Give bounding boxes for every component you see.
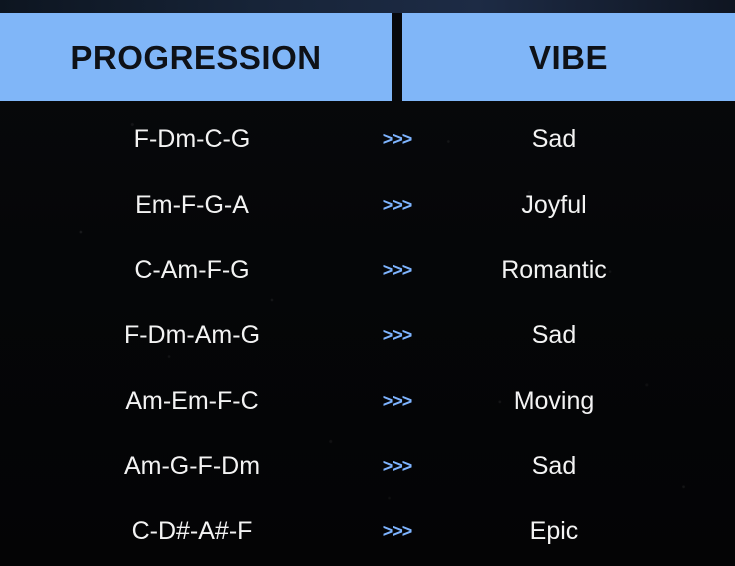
progression-cell: Am-Em-F-C	[125, 387, 259, 415]
arrow-icon: >>>	[382, 325, 413, 345]
progression-cell: F-Dm-Am-G	[123, 321, 261, 349]
header-divider	[392, 13, 402, 101]
progression-header: PROGRESSION	[0, 13, 392, 101]
table-row: F-Dm-Am-G >>> Sad	[0, 308, 735, 362]
table-row: Am-G-F-Dm >>> Sad	[0, 439, 735, 493]
vibe-cell: Sad	[531, 452, 577, 480]
progression-cell: C-Am-F-G	[134, 256, 250, 284]
arrow-icon: >>>	[382, 195, 413, 215]
progression-header-label: PROGRESSION	[70, 38, 322, 76]
arrow-icon: >>>	[382, 260, 413, 280]
vibe-header-label: VIBE	[528, 38, 609, 76]
arrow-icon: >>>	[382, 391, 413, 411]
vibe-cell: Sad	[531, 321, 577, 349]
vibe-cell: Moving	[513, 387, 595, 415]
arrow-icon: >>>	[382, 129, 413, 149]
progression-cell: F-Dm-C-G	[133, 125, 251, 153]
vibe-header: VIBE	[402, 13, 735, 101]
vibe-cell: Epic	[529, 517, 579, 545]
vibe-cell: Romantic	[501, 256, 607, 284]
table-row: C-Am-F-G >>> Romantic	[0, 243, 735, 297]
progression-cell: Am-G-F-Dm	[123, 452, 261, 480]
table-body: F-Dm-C-G >>> Sad Em-F-G-A >>> Joyful C-A…	[0, 101, 735, 566]
chord-vibe-table: PROGRESSION VIBE F-Dm-C-G >>> Sad Em-F-G…	[0, 0, 735, 566]
vibe-cell: Sad	[531, 125, 577, 153]
table-row: F-Dm-C-G >>> Sad	[0, 112, 735, 166]
progression-cell: C-D#-A#-F	[131, 517, 253, 545]
table-row: C-D#-A#-F >>> Epic	[0, 504, 735, 558]
progression-cell: Em-F-G-A	[135, 191, 249, 219]
arrow-icon: >>>	[382, 456, 413, 476]
table-row: Em-F-G-A >>> Joyful	[0, 178, 735, 232]
vibe-cell: Joyful	[521, 191, 587, 219]
top-banner-strip	[0, 0, 735, 13]
arrow-icon: >>>	[382, 521, 413, 541]
table-row: Am-Em-F-C >>> Moving	[0, 374, 735, 428]
